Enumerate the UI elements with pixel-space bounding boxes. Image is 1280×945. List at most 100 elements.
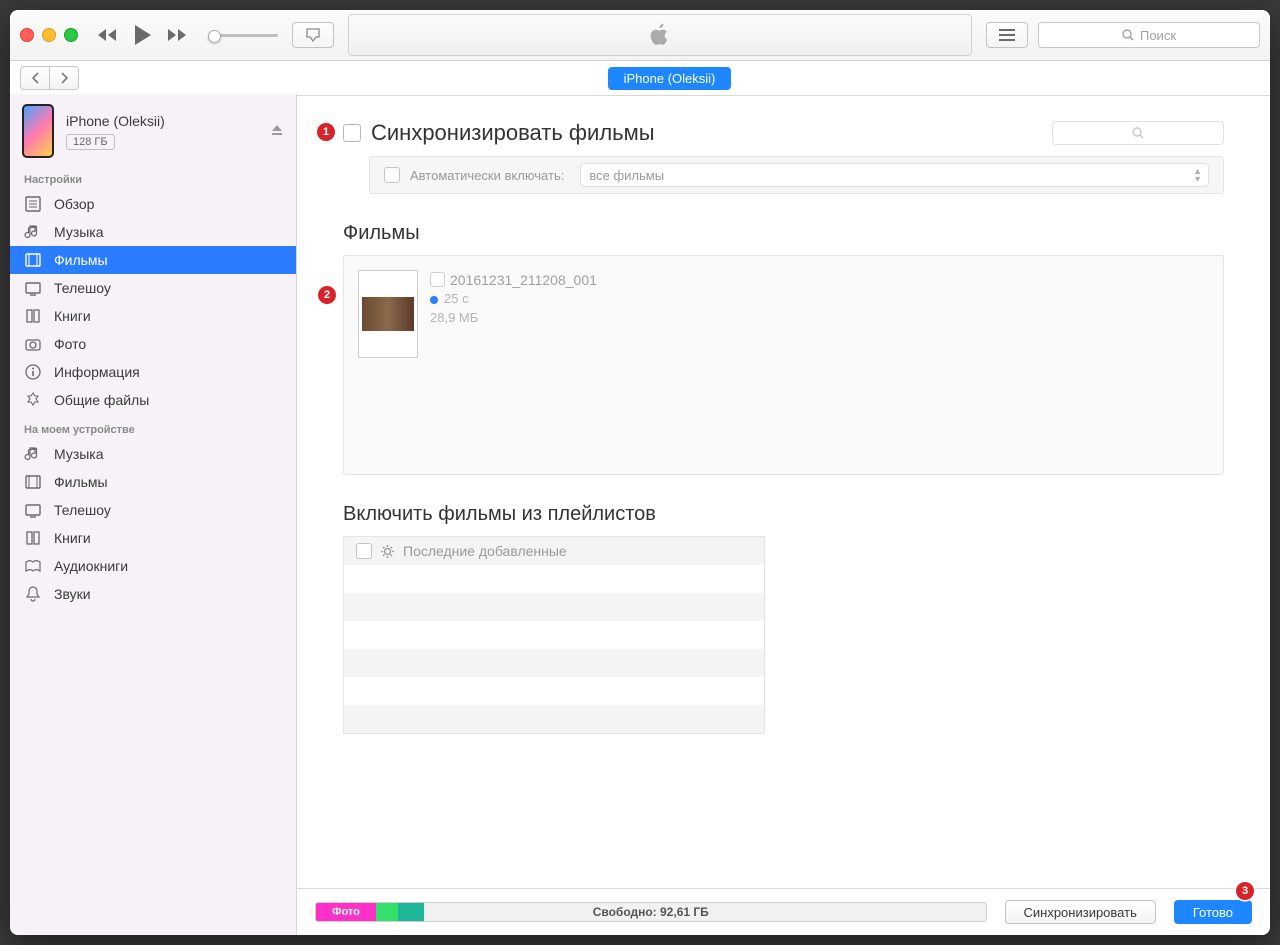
tv-icon [24, 279, 42, 297]
movies-icon [24, 473, 42, 491]
playlists-section-header: Включить фильмы из плейлистов [343, 503, 1224, 526]
camera-icon [24, 335, 42, 353]
books-icon [24, 529, 42, 547]
next-track-button[interactable] [166, 27, 188, 43]
sidebar-item-photos[interactable]: Фото [10, 330, 296, 358]
airplay-button[interactable] [292, 22, 334, 48]
movies-icon [24, 251, 42, 269]
capacity-free-label: Свободно: 92,61 ГБ [316, 903, 986, 921]
device-name: iPhone (Oleksii) [66, 113, 270, 129]
sync-header: 1 Синхронизировать фильмы [343, 120, 1224, 146]
sidebar-device-books[interactable]: Книги [10, 524, 296, 552]
sidebar-item-music[interactable]: Музыка [10, 218, 296, 246]
sidebar-item-label: Информация [54, 364, 140, 380]
sidebar-item-label: Общие файлы [54, 392, 149, 408]
body: iPhone (Oleksii) 128 ГБ Настройки Обзор … [10, 94, 1270, 935]
forward-button[interactable] [50, 66, 79, 90]
sidebar-item-file-sharing[interactable]: Общие файлы [10, 386, 296, 414]
sidebar-item-movies[interactable]: Фильмы [10, 246, 296, 274]
search-field[interactable]: Поиск [1038, 22, 1260, 48]
playlists-list: Последние добавленные [343, 536, 765, 734]
sidebar-item-label: Музыка [54, 224, 104, 240]
annotation-badge-2: 2 [318, 286, 336, 304]
previous-track-button[interactable] [96, 27, 118, 43]
playlist-row-empty [344, 677, 764, 705]
sidebar-item-label: Фото [54, 336, 86, 352]
chevrons-up-down-icon: ▲▼ [1193, 167, 1202, 183]
summary-icon [24, 195, 42, 213]
sidebar-item-label: Книги [54, 308, 91, 324]
movie-name[interactable]: 20161231_211208_001 [450, 270, 597, 290]
play-button[interactable] [132, 24, 152, 46]
sidebar-item-tvshows[interactable]: Телешоу [10, 274, 296, 302]
playlist-row-empty [344, 565, 764, 593]
info-icon [24, 363, 42, 381]
capacity-bar: Фото Свободно: 92,61 ГБ [315, 902, 987, 922]
eject-button[interactable] [270, 123, 284, 140]
tv-icon [24, 501, 42, 519]
sidebar-section-on-device: На моем устройстве [10, 414, 296, 440]
playlist-row[interactable]: Последние добавленные [344, 537, 764, 565]
now-playing-lcd [348, 14, 972, 56]
device-header[interactable]: iPhone (Oleksii) 128 ГБ [10, 94, 296, 164]
sidebar-item-label: Фильмы [54, 252, 108, 268]
list-view-button[interactable] [986, 22, 1028, 48]
zoom-window-button[interactable] [64, 28, 78, 42]
sidebar: iPhone (Oleksii) 128 ГБ Настройки Обзор … [10, 94, 297, 935]
done-button[interactable]: Готово [1174, 900, 1252, 924]
close-window-button[interactable] [20, 28, 34, 42]
gear-icon [380, 544, 395, 559]
window-controls [20, 28, 78, 42]
sidebar-item-label: Музыка [54, 446, 104, 462]
search-placeholder: Поиск [1140, 28, 1176, 43]
movies-list: 2 20161231_211208_001 25 с 28,9 МБ [343, 255, 1224, 475]
movie-size: 28,9 МБ [430, 309, 597, 328]
main-panel: 1 Синхронизировать фильмы Автоматически … [297, 94, 1270, 935]
sidebar-section-settings: Настройки [10, 164, 296, 190]
sidebar-item-info[interactable]: Информация [10, 358, 296, 386]
back-button[interactable] [20, 66, 50, 90]
sidebar-item-label: Звуки [54, 586, 91, 602]
sync-button[interactable]: Синхронизировать [1005, 900, 1156, 924]
movie-thumbnail[interactable] [358, 270, 418, 358]
navigation-bar: iPhone (Oleksii) [10, 61, 1270, 96]
playlist-row-empty [344, 593, 764, 621]
sidebar-item-summary[interactable]: Обзор [10, 190, 296, 218]
bell-icon [24, 585, 42, 603]
device-tab[interactable]: iPhone (Oleksii) [608, 67, 732, 90]
sidebar-device-music[interactable]: Музыка [10, 440, 296, 468]
device-capacity: 128 ГБ [66, 134, 115, 150]
footer: Фото Свободно: 92,61 ГБ Синхронизировать… [297, 888, 1270, 935]
sidebar-device-tvshows[interactable]: Телешоу [10, 496, 296, 524]
sidebar-device-tones[interactable]: Звуки [10, 580, 296, 608]
apps-icon [24, 391, 42, 409]
sidebar-item-label: Книги [54, 530, 91, 546]
movies-search-field[interactable] [1052, 121, 1224, 145]
device-info: iPhone (Oleksii) 128 ГБ [66, 113, 270, 150]
sidebar-device-movies[interactable]: Фильмы [10, 468, 296, 496]
annotation-badge-3: 3 [1236, 882, 1254, 900]
sync-movies-checkbox[interactable] [343, 124, 361, 142]
sidebar-item-label: Аудиокниги [54, 558, 128, 574]
auto-include-value: все фильмы [589, 168, 664, 183]
apple-logo-icon [650, 23, 670, 47]
sidebar-item-label: Телешоу [54, 280, 111, 296]
itunes-window: Поиск iPhone (Oleksii) iPhone (Oleksii) … [10, 10, 1270, 935]
minimize-window-button[interactable] [42, 28, 56, 42]
playlist-row-empty [344, 649, 764, 677]
content: 1 Синхронизировать фильмы Автоматически … [297, 94, 1270, 814]
auto-include-checkbox[interactable] [384, 167, 400, 183]
auto-include-select[interactable]: все фильмы ▲▼ [580, 163, 1209, 187]
volume-slider[interactable] [208, 34, 278, 37]
music-icon [24, 223, 42, 241]
movie-duration: 25 с [430, 290, 597, 309]
playlist-label: Последние добавленные [403, 543, 567, 559]
sidebar-item-label: Обзор [54, 196, 94, 212]
nav-back-forward [20, 66, 79, 90]
sidebar-device-audiobooks[interactable]: Аудиокниги [10, 552, 296, 580]
auto-include-row: Автоматически включать: все фильмы ▲▼ [369, 156, 1224, 194]
annotation-badge-1: 1 [317, 123, 335, 141]
playlist-checkbox[interactable] [356, 543, 372, 559]
search-icon [1132, 127, 1144, 139]
sidebar-item-books[interactable]: Книги [10, 302, 296, 330]
